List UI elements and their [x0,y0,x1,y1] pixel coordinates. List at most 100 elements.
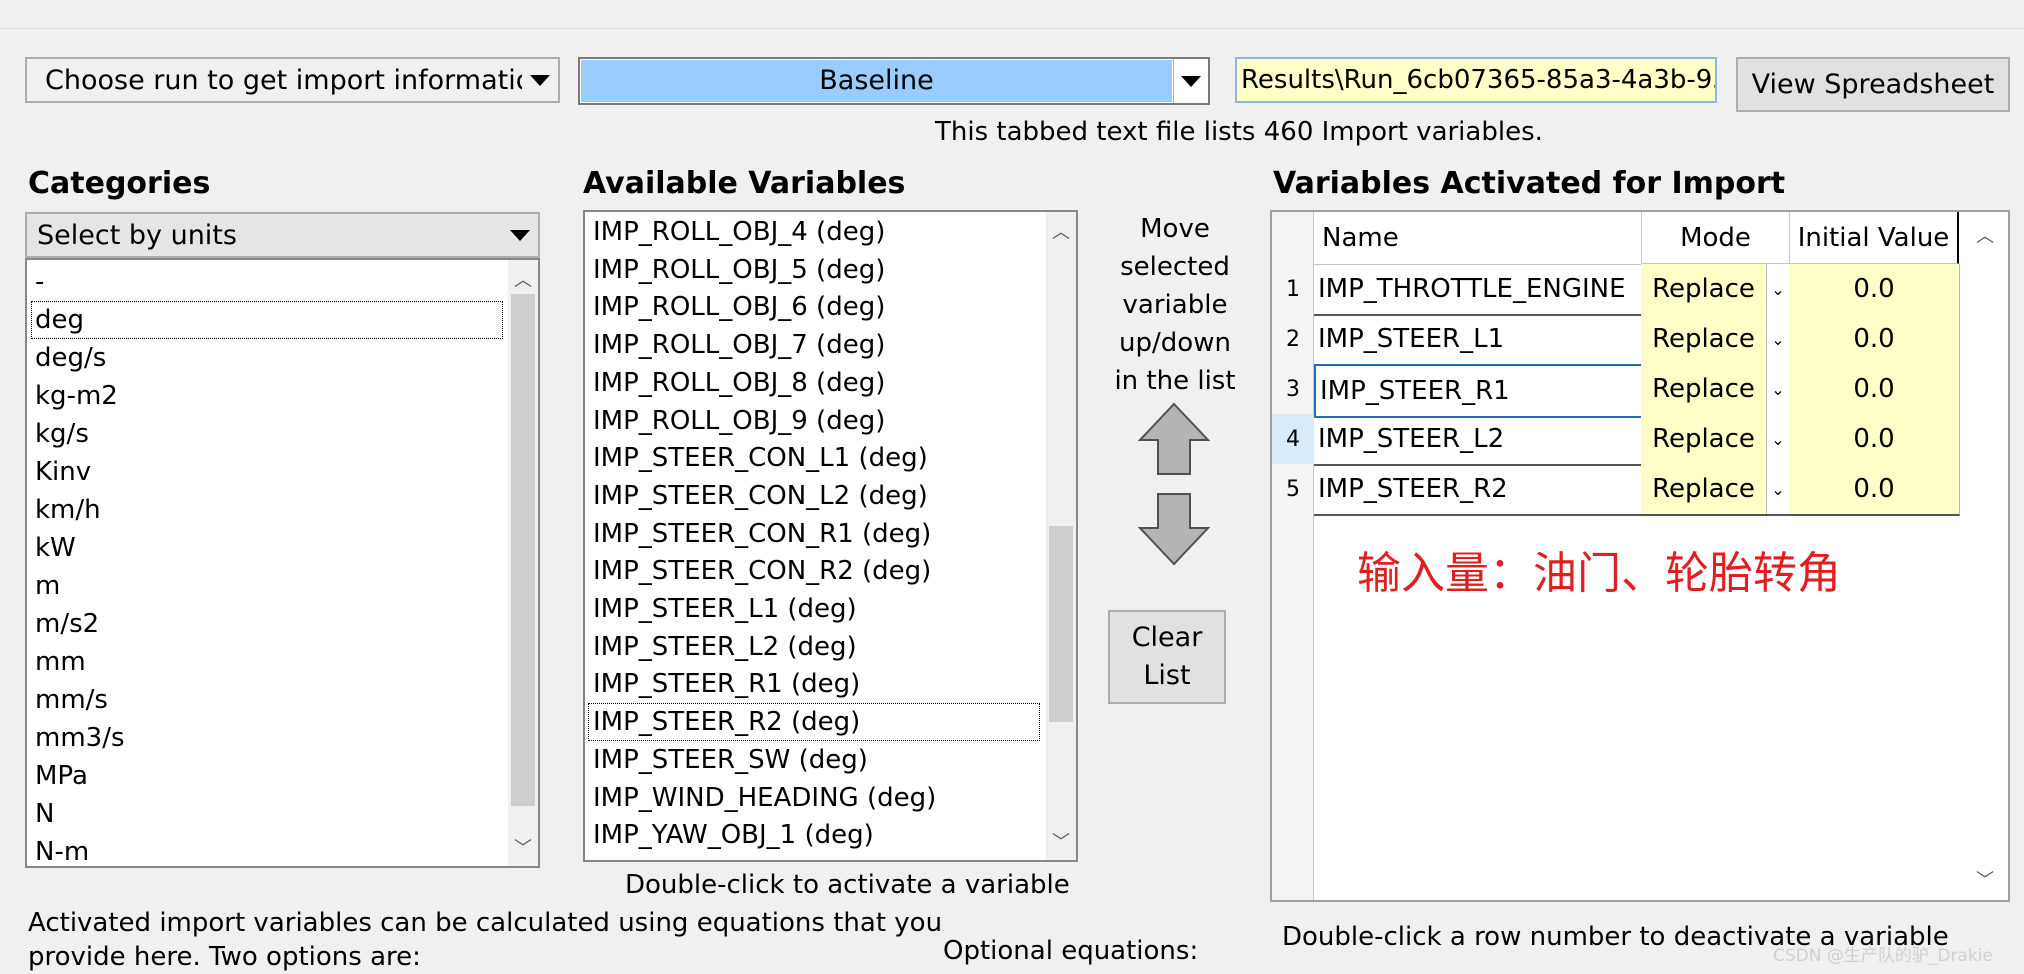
variable-item[interactable]: IMP_ROLL_OBJ_9 (deg) [593,403,885,439]
dataset-select[interactable]: Baseline [578,57,1210,105]
category-item[interactable]: N [35,796,54,832]
category-item[interactable]: deg [31,301,503,339]
category-item[interactable]: m/s2 [35,606,99,642]
initial-value-cell[interactable]: 0.0 [1789,464,1960,516]
scroll-thumb[interactable] [1049,526,1073,722]
variable-item[interactable]: IMP_STEER_CON_L1 (deg) [593,440,928,476]
chevron-down-icon[interactable]: ⌄ [1766,264,1789,314]
move-up-button[interactable] [1137,402,1211,476]
row-number[interactable]: 3 [1272,364,1314,414]
category-item[interactable]: mm [35,644,86,680]
available-variables-list[interactable]: ︿ ﹀ IMP_ROLL_OBJ_4 (deg) IMP_ROLL_OBJ_5 (… [583,210,1078,862]
available-scrollbar[interactable]: ︿ ﹀ [1046,212,1076,860]
mode-select[interactable]: Replace ⌄ [1641,414,1790,466]
column-header-initial-value[interactable]: Initial Value [1789,212,1959,264]
row-number[interactable]: 1 [1272,264,1314,314]
categories-scrollbar[interactable]: ︿ ﹀ [508,260,538,866]
category-item[interactable]: N-m [35,834,89,866]
activated-scrollbar[interactable]: ︿ ﹀ [1970,212,2006,900]
variable-name-cell[interactable]: IMP_STEER_L2 [1314,414,1646,466]
column-header-mode[interactable]: Mode [1641,212,1789,264]
chevron-down-icon[interactable] [1173,59,1208,103]
category-item[interactable]: MPa [35,758,88,794]
variable-name-cell[interactable]: IMP_STEER_R1 [1314,364,1649,418]
run-select[interactable]: Choose run to get import information [25,57,560,103]
available-hint: Double-click to activate a variable [625,870,1070,900]
activated-variables-grid[interactable]: Name Mode Initial Value ︿ ﹀ 输入量：油门、轮胎转角 … [1270,210,2010,902]
variable-item[interactable]: IMP_STEER_R2 (deg) [588,703,1040,742]
activated-heading: Variables Activated for Import [1273,166,1786,201]
scroll-up-icon[interactable]: ︿ [1970,220,2000,250]
chevron-down-icon[interactable]: ⌄ [1766,464,1789,514]
chevron-down-icon[interactable] [502,214,538,256]
variable-item[interactable]: IMP_YAW_OBJ_1 (deg) [593,817,874,853]
scroll-up-icon[interactable]: ︿ [508,264,538,294]
move-label: Move selected variable up/down in the list [1100,210,1250,400]
variable-item[interactable]: IMP_STEER_CON_R2 (deg) [593,553,931,589]
scroll-thumb[interactable] [511,294,535,806]
initial-value-cell[interactable]: 0.0 [1789,414,1960,466]
mode-value: Replace [1652,424,1755,454]
variable-item[interactable]: IMP_STEER_L1 (deg) [593,591,857,627]
initial-value-cell[interactable]: 0.0 [1789,314,1960,366]
row-number[interactable]: 5 [1272,464,1314,514]
category-item[interactable]: km/h [35,492,101,528]
mode-select[interactable]: Replace ⌄ [1641,314,1790,366]
category-item[interactable]: mm3/s [35,720,125,756]
variable-name-cell[interactable]: IMP_STEER_L1 [1314,314,1646,366]
mode-select[interactable]: Replace ⌄ [1641,364,1790,416]
variable-item[interactable]: IMP_STEER_L2 (deg) [593,629,857,665]
variable-name-cell[interactable]: IMP_STEER_R2 [1314,464,1646,516]
variable-item[interactable]: IMP_ROLL_OBJ_6 (deg) [593,289,885,325]
row-number[interactable]: 4 [1272,414,1314,464]
variable-item[interactable]: IMP_STEER_R1 (deg) [593,666,860,702]
category-item[interactable]: mm/s [35,682,108,718]
move-label-line: in the list [1114,366,1236,396]
categories-list[interactable]: ︿ ﹀ - deg deg/s kg-m2 kg/s Kinv km/h kW m m/s2 mm m… [25,258,540,868]
mode-select[interactable]: Replace ⌄ [1641,264,1790,316]
variable-name-cell[interactable]: IMP_THROTTLE_ENGINE [1314,264,1646,316]
chevron-down-icon[interactable]: ⌄ [1766,364,1789,414]
variable-item[interactable]: IMP_WIND_HEADING (deg) [593,780,936,816]
clear-label-line: List [1143,660,1191,691]
move-label-line: variable [1122,290,1228,320]
clear-list-button[interactable]: Clear List [1108,610,1226,704]
categories-select[interactable]: Select by units [25,212,540,258]
chevron-down-icon[interactable]: ⌄ [1766,314,1789,364]
variable-item[interactable]: IMP_ROLL_OBJ_7 (deg) [593,327,885,363]
scroll-down-icon[interactable]: ﹀ [1046,826,1076,856]
chevron-down-icon[interactable]: ⌄ [1766,414,1789,464]
top-divider [0,28,2024,29]
category-item[interactable]: - [35,264,44,300]
view-spreadsheet-button[interactable]: View Spreadsheet [1736,57,2010,112]
variable-item[interactable]: IMP_ROLL_OBJ_5 (deg) [593,252,885,288]
chevron-down-icon[interactable] [522,59,558,101]
variable-item[interactable]: IMP_STEER_SW (deg) [593,742,868,778]
row-number[interactable]: 2 [1272,314,1314,364]
run-select-value: Choose run to get import information [45,64,522,96]
move-label-line: selected [1120,252,1230,282]
scroll-down-icon[interactable]: ﹀ [1970,864,2000,894]
category-item[interactable]: kW [35,530,76,566]
variable-item[interactable]: IMP_STEER_CON_L2 (deg) [593,478,928,514]
initial-value-cell[interactable]: 0.0 [1789,264,1960,316]
scroll-up-icon[interactable]: ︿ [1046,216,1076,246]
variable-item[interactable]: IMP_ROLL_OBJ_4 (deg) [593,214,885,250]
path-field[interactable]: Results\Run_6cb07365-85a3-4a3b-95 [1235,57,1717,103]
category-item[interactable]: kg-m2 [35,378,118,414]
mode-select[interactable]: Replace ⌄ [1641,464,1790,516]
mode-value: Replace [1652,474,1755,504]
category-item[interactable]: kg/s [35,416,89,452]
category-item[interactable]: m [35,568,60,604]
annotation-text: 输入量：油门、轮胎转角 [1357,548,1841,599]
category-item[interactable]: deg/s [35,340,106,376]
variable-item[interactable]: IMP_ROLL_OBJ_8 (deg) [593,365,885,401]
dataset-select-value: Baseline [581,60,1172,102]
move-down-button[interactable] [1137,492,1211,566]
initial-value-cell[interactable]: 0.0 [1789,364,1960,416]
category-item[interactable]: Kinv [35,454,91,490]
scroll-down-icon[interactable]: ﹀ [508,832,538,862]
move-label-line: Move [1140,214,1210,244]
equations-description: Activated import variables can be calcul… [28,906,942,974]
variable-item[interactable]: IMP_STEER_CON_R1 (deg) [593,516,931,552]
